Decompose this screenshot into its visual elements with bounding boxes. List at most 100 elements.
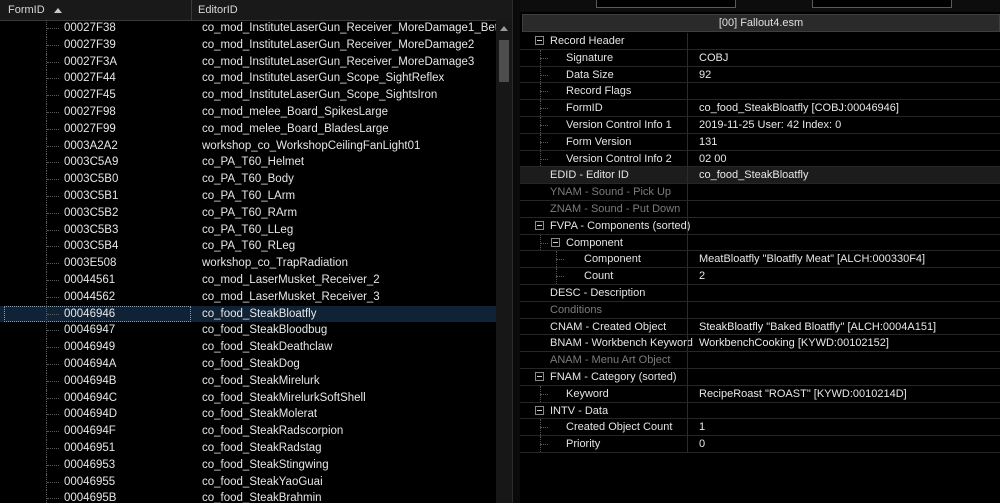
record-field-row[interactable]: Component MeatBloatfly "Bloatfly Meat" [A… [520, 251, 1000, 269]
collapse-icon[interactable] [535, 36, 544, 45]
scrollbar-thumb[interactable] [499, 40, 509, 82]
field-label: Form Version [566, 135, 632, 148]
record-field-row[interactable]: Form Version 131 [520, 133, 1000, 151]
table-row[interactable]: 0003C5A9 co_PA_T60_Helmet [0, 154, 496, 172]
table-row[interactable]: 0003C5B0 co_PA_T60_Body [0, 171, 496, 188]
table-row[interactable]: 00046949 co_food_SteakDeathclaw [0, 339, 496, 356]
tree-connector [46, 238, 61, 256]
table-row[interactable]: 0004694A co_food_SteakDog [0, 355, 496, 373]
record-field-row[interactable]: ZNAM - Sound - Put Down [520, 200, 1000, 218]
collapse-icon[interactable] [551, 237, 560, 247]
record-field-row[interactable]: FVPA - Components (sorted) [520, 217, 1000, 235]
table-row[interactable]: 0004695B co_food_SteakBrahmin [0, 490, 496, 503]
formid-cell: 0004694B [64, 374, 117, 387]
vertical-scrollbar[interactable] [496, 20, 512, 503]
field-label: Data Size [566, 68, 614, 81]
record-field-row[interactable]: Version Control Info 1 2019-11-25 User: 4… [520, 116, 1000, 134]
record-field-row[interactable]: Priority 0 [520, 436, 1000, 453]
formid-cell: 00027F44 [64, 72, 116, 85]
column-divider [687, 200, 688, 217]
collapse-icon[interactable] [535, 371, 544, 381]
table-row[interactable]: 0003E508 workshop_co_TrapRadiation [0, 255, 496, 272]
filter-input-2[interactable] [812, 0, 952, 8]
table-row[interactable]: 00044562 co_mod_LaserMusket_Receiver_3 [0, 288, 496, 306]
tree-connector [46, 389, 61, 407]
table-row[interactable]: 00027F39 co_mod_InstituteLaserGun_Receive… [0, 36, 496, 54]
record-field-row[interactable]: Keyword RecipeRoast "ROAST" [KYWD:0010214… [520, 385, 1000, 403]
record-field-row[interactable]: DESC - Description [520, 284, 1000, 302]
record-field-row[interactable]: BNAM - Workbench Keyword WorkbenchCooking… [520, 335, 1000, 353]
table-row[interactable]: 00046947 co_food_SteakBloodbug [0, 322, 496, 340]
table-row[interactable]: 00046946 co_food_SteakBloatfly [0, 305, 496, 323]
table-row[interactable]: 0003C5B4 co_PA_T60_RLeg [0, 238, 496, 256]
record-field-row[interactable]: Conditions [520, 301, 1000, 319]
tree-connector [46, 322, 61, 340]
formid-cell: 0003C5B3 [64, 223, 119, 236]
field-label: FNAM - Category (sorted) [550, 370, 677, 383]
table-row[interactable]: 0004694B co_food_SteakMirelurk [0, 372, 496, 390]
field-value: co_food_SteakBloatfly [COBJ:00046946] [699, 102, 899, 115]
record-field-row[interactable]: Created Object Count 1 [520, 419, 1000, 437]
scroll-up-icon[interactable] [500, 26, 508, 31]
table-row[interactable]: 0004694C co_food_SteakMirelurkSoftShell [0, 389, 496, 407]
field-label: Priority [566, 438, 601, 451]
table-row[interactable]: 00027F3A co_mod_InstituteLaserGun_Receive… [0, 53, 496, 71]
record-field-row[interactable]: YNAM - Sound - Pick Up [520, 184, 1000, 201]
column-divider [687, 49, 688, 66]
record-field-row[interactable]: ANAM - Menu Art Object [520, 352, 1000, 369]
record-field-row[interactable]: FormID co_food_SteakBloatfly [COBJ:000469… [520, 100, 1000, 117]
table-row[interactable]: 00027F38 co_mod_InstituteLaserGun_Receive… [0, 20, 496, 37]
filter-input-1[interactable] [596, 0, 736, 8]
table-row[interactable]: 0003C5B1 co_PA_T60_LArm [0, 187, 496, 205]
field-label: ANAM - Menu Art Object [550, 354, 671, 367]
table-row[interactable]: 0003A2A2 workshop_co_WorkshopCeilingFanLi… [0, 137, 496, 155]
collapse-icon[interactable] [535, 220, 544, 230]
tree-connector [46, 20, 61, 37]
table-row[interactable]: 0004694D co_food_SteakMolerat [0, 406, 496, 424]
field-value: SteakBloatfly "Baked Bloatfly" [ALCH:000… [699, 320, 937, 333]
field-label: Signature [566, 51, 614, 64]
table-row[interactable]: 0003C5B2 co_PA_T60_RArm [0, 204, 496, 222]
record-field-row[interactable]: EDID - Editor ID co_food_SteakBloatfly [520, 167, 1000, 185]
record-field-row[interactable]: Record Flags [520, 83, 1000, 101]
table-row[interactable]: 00046953 co_food_SteakStingwing [0, 456, 496, 474]
formid-cell: 00046946 [64, 307, 116, 320]
column-divider [687, 402, 688, 419]
editorid-cell: co_mod_LaserMusket_Receiver_2 [202, 273, 380, 286]
record-field-row[interactable]: Count 2 [520, 268, 1000, 285]
record-field-row[interactable]: INTV - Data [520, 402, 1000, 420]
field-label: Version Control Info 1 [566, 118, 672, 131]
editorid-column-header[interactable]: EditorID [192, 0, 512, 20]
formid-cell: 00044562 [64, 290, 116, 303]
table-row[interactable]: 00027F45 co_mod_InstituteLaserGun_Scope_S… [0, 87, 496, 104]
field-label: Created Object Count [566, 421, 673, 434]
record-field-row[interactable]: Version Control Info 2 02 00 [520, 150, 1000, 168]
table-row[interactable]: 00027F98 co_mod_melee_Board_SpikesLarge [0, 103, 496, 121]
field-value: MeatBloatfly "Bloatfly Meat" [ALCH:00033… [699, 253, 926, 266]
field-value: 131 [699, 135, 718, 148]
record-field-row[interactable]: Record Header [520, 33, 1000, 50]
editorid-cell: co_mod_LaserMusket_Receiver_3 [202, 290, 380, 303]
field-label: Record Flags [566, 85, 632, 98]
record-field-row[interactable]: CNAM - Created Object SteakBloatfly "Bake… [520, 318, 1000, 336]
formid-column-header[interactable]: FormID [0, 0, 192, 20]
table-row[interactable]: 0004694F co_food_SteakRadscorpion [0, 423, 496, 440]
record-field-row[interactable]: Data Size 92 [520, 66, 1000, 84]
field-value: COBJ [699, 51, 729, 64]
field-label: Conditions [550, 303, 602, 316]
table-row[interactable]: 0003C5B3 co_PA_T60_LLeg [0, 221, 496, 239]
sort-ascending-icon [53, 7, 62, 13]
file-tab[interactable]: [00] Fallout4.esm [522, 14, 1000, 32]
record-field-row[interactable]: Component [520, 234, 1000, 252]
record-field-row[interactable]: FNAM - Category (sorted) [520, 368, 1000, 386]
table-row[interactable]: 00046955 co_food_SteakYaoGuai [0, 473, 496, 491]
tree-branch [540, 444, 548, 446]
table-row[interactable]: 00046951 co_food_SteakRadstag [0, 439, 496, 457]
table-row[interactable]: 00044561 co_mod_LaserMusket_Receiver_2 [0, 271, 496, 289]
formid-cell: 00027F39 [64, 38, 116, 51]
table-row[interactable]: 00027F99 co_mod_melee_Board_BladesLarge [0, 120, 496, 138]
collapse-icon[interactable] [535, 405, 544, 415]
tree-branch [540, 427, 548, 429]
record-field-row[interactable]: Signature COBJ [520, 49, 1000, 67]
table-row[interactable]: 00027F44 co_mod_InstituteLaserGun_Scope_S… [0, 70, 496, 88]
